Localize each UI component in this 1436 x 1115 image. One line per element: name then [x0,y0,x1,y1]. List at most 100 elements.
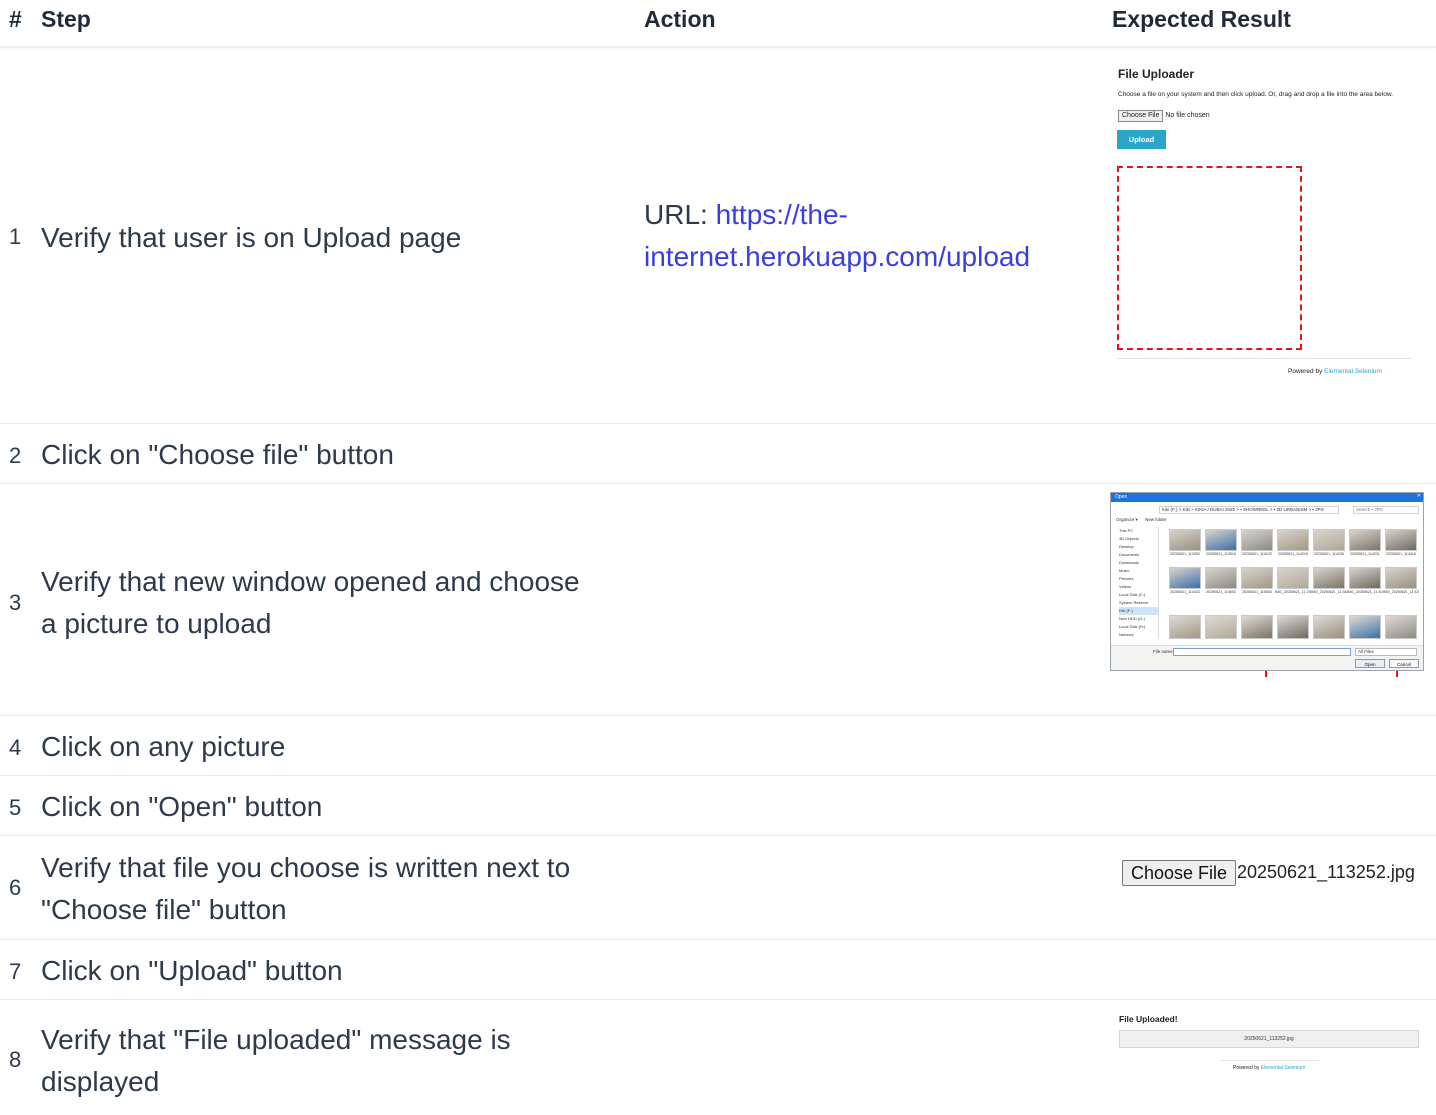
dialog-thumbnail-caption: IMG_20250621_11 4251 [1383,590,1419,594]
dialog-tree-item: Videos [1119,584,1132,589]
dialog-title: Open [1115,494,1128,500]
uploader-powered-by: Powered by Elemental Selenium [1288,368,1382,375]
uploader-upload-button: Upload [1117,130,1166,149]
uploaded-powered-prefix: Powered by [1233,1065,1261,1071]
dialog-thumbnail-caption: 20250621_114132 [1242,552,1272,556]
row-divider-1 [0,423,1436,424]
row-2-step: Click on "Choose file" button [41,439,394,470]
row-1-step: Verify that user is on Upload page [41,222,462,253]
dialog-tree-item: Music [1119,568,1130,573]
dialog-file-name-input [1173,648,1351,656]
dialog-thumbnail-caption: 20250621_114602 [1206,590,1236,594]
dialog-thumbnail [1205,615,1237,639]
row-divider-7 [0,999,1436,1000]
header-num: # [9,6,22,32]
dialog-organize: Organize ▾ [1116,517,1138,522]
uploaded-footer-divider [1220,1060,1320,1061]
dialog-thumbnail-caption: 20250621_114215 [1278,552,1308,556]
row-divider-4 [0,775,1436,776]
dialog-thumbnail-grid: 20250621_113252 20250621_113518 20250621_1… [1169,527,1419,645]
dialog-folder-tree: This PC 3D Objects Desktop Documents Downloa… [1119,527,1159,639]
uploaded-screenshot: File Uploaded! 20250621_113252.jpg Power… [1110,1008,1430,1078]
dialog-file-name-label: File name: [1153,649,1175,654]
row-6-step-line-2: "Choose file" button [41,894,287,925]
dialog-thumbnail [1169,567,1201,589]
dialog-thumbnail [1277,615,1309,639]
dialog-cancel-button: Cancel [1389,659,1419,668]
row-6-step: Verify that file you choose is written n… [41,847,570,931]
dialog-thumbnail [1385,529,1417,551]
row-7-num: 7 [9,959,22,984]
file-dialog-screenshot: Open ✕ Kiki (F:) > Kiki > KIKIA / DUBAI … [1110,492,1424,671]
dialog-thumbnail-caption: IMG_20250621_11 4049 [1347,590,1383,594]
row-4-step: Click on any picture [41,731,286,762]
dialog-thumbnail-caption: 20250621_113252 [1170,552,1200,556]
row-3-step-line-1: Verify that new window opened and choose [41,566,580,597]
uploaded-file-box: 20250621_113252.jpg [1119,1030,1419,1048]
row-1-num: 1 [9,224,22,249]
dialog-thumbnail [1385,615,1417,639]
chosen-file-name: 20250621_113252.jpg [1237,862,1415,882]
uploader-screenshot: File Uploader Choose a file on your syst… [1110,60,1436,385]
dialog-toolbar: Organize ▾ New folder [1116,517,1167,523]
dialog-address: Kiki (F:) > Kiki > KIKIA / DUBAI 2025 > … [1162,507,1324,512]
dialog-tree-item: Desktop [1119,544,1134,549]
uploader-file-input: Choose File No file chosen [1118,110,1210,122]
dialog-thumbnail [1205,567,1237,589]
dialog-thumbnail-caption: 20250621_115553 [1242,590,1272,594]
header-divider [0,46,1436,48]
row-6-num: 6 [9,875,22,900]
dialog-tree-item: Novi HDD (G:) [1119,616,1145,621]
dialog-tree-item: This PC [1119,528,1134,533]
dialog-thumbnail [1205,529,1237,551]
dialog-thumbnail-caption: 20250621_114416 [1386,552,1416,556]
dialog-thumbnail [1385,567,1417,589]
dialog-thumbnail [1241,529,1273,551]
row-3-num: 3 [9,590,22,615]
dialog-thumbnail [1313,615,1345,639]
row-8-step-line-1: Verify that "File uploaded" message is [41,1024,511,1055]
dialog-filter-select: All Files [1355,648,1417,656]
dialog-thumbnail [1349,615,1381,639]
url-prefix: URL: [644,199,716,230]
dialog-new-folder: New folder [1145,517,1167,522]
dialog-tree-item: System Reserve [1119,600,1149,605]
uploader-description: Choose a file on your system and then cl… [1118,91,1393,98]
dialog-tree-item: Network [1119,632,1134,637]
row-2-num: 2 [9,443,22,468]
dialog-tree-item: Local Disk (H:) [1119,624,1146,629]
row-3-step: Verify that new window opened and choose… [41,561,580,645]
dialog-filter: All Files [1358,649,1374,654]
uploader-powered-prefix: Powered by [1288,368,1325,375]
header-expected: Expected Result [1112,6,1291,32]
uploader-no-file: No file chosen [1165,112,1210,119]
dialog-thumbnail [1313,529,1345,551]
row-8-step-line-2: displayed [41,1066,160,1097]
dialog-search-placeholder: Search • JPG [1356,507,1384,512]
uploader-title: File Uploader [1118,67,1195,81]
dialog-thumbnail [1241,615,1273,639]
dialog-tree-item: Kiki (F:) [1119,607,1159,615]
dialog-thumbnail-caption: 20250621_113518 [1206,552,1236,556]
dialog-tree-item: Pictures [1119,576,1134,581]
row-7-step: Click on "Upload" button [41,955,343,986]
uploader-choose-button: Choose File [1118,110,1164,122]
uploaded-powered-by: Powered by Elemental Selenium [1233,1065,1305,1071]
dialog-tree-item: Documents [1119,552,1140,557]
dialog-tree-divider [1158,527,1159,639]
row-5-num: 5 [9,795,22,820]
chosen-choose-file-button: Choose File [1122,860,1237,886]
row-3-step-line-2: a picture to upload [41,608,272,639]
row-8-step: Verify that "File uploaded" message is d… [41,1019,511,1103]
dialog-tree-item: Downloads [1119,560,1139,565]
row-4-num: 4 [9,735,22,760]
dialog-thumbnail [1169,529,1201,551]
header-step: Step [41,6,91,32]
row-divider-6 [0,939,1436,940]
url-link-part-2[interactable]: internet.herokuapp.com/upload [644,241,1030,272]
row-6-step-line-1: Verify that file you choose is written n… [41,852,571,883]
dialog-thumbnail [1349,567,1381,589]
header-action: Action [644,6,716,32]
dialog-tree-item: 3D Objects [1119,536,1139,541]
url-link-part-1[interactable]: https://the- [716,199,848,230]
